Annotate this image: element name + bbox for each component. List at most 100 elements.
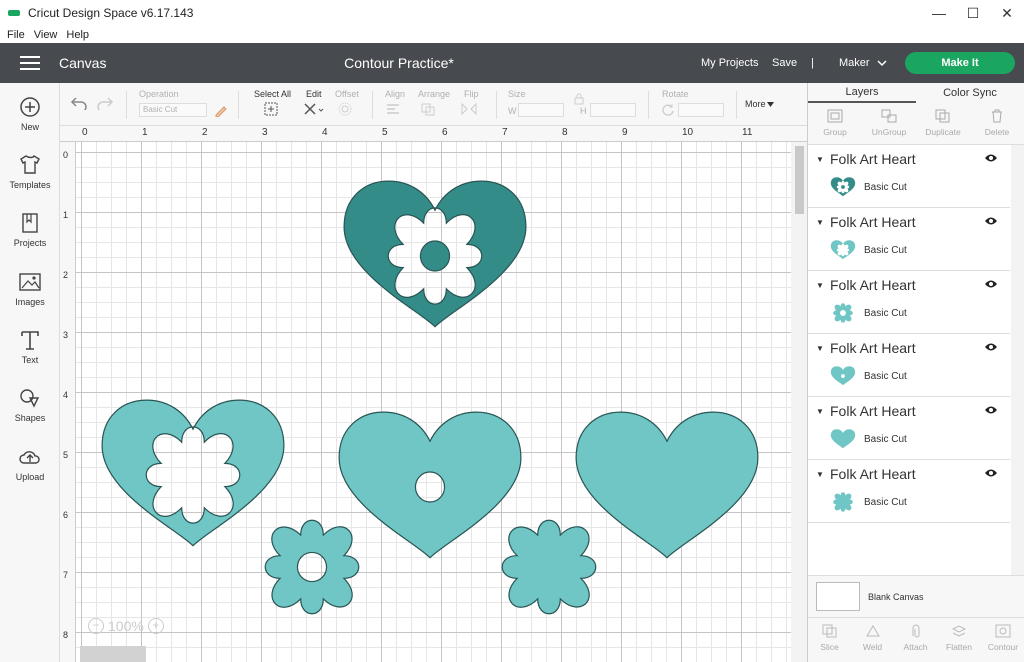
weld-button[interactable]: Weld — [851, 618, 894, 662]
expand-triangle-icon[interactable]: ▼ — [816, 218, 824, 227]
operation-select[interactable]: Basic Cut — [139, 103, 207, 117]
my-projects-link[interactable]: My Projects — [701, 57, 758, 69]
expand-triangle-icon[interactable]: ▼ — [816, 155, 824, 164]
zoom-in-button[interactable]: + — [147, 618, 164, 634]
layers-scrollbar[interactable] — [1011, 145, 1024, 575]
menu-bar: File View Help — [0, 26, 1024, 43]
separator — [648, 91, 649, 119]
scissors-icon[interactable] — [303, 102, 325, 116]
tab-color-sync[interactable]: Color Sync — [916, 83, 1024, 103]
ungroup-icon — [881, 109, 897, 123]
rotate-input[interactable] — [678, 103, 724, 117]
eye-icon[interactable] — [985, 216, 997, 226]
rotate-icon[interactable] — [661, 103, 675, 117]
contour-icon — [995, 624, 1011, 638]
machine-selector[interactable]: Maker — [839, 57, 870, 69]
layer-name: Folk Art Heart — [830, 466, 916, 482]
layers-panel: Layers Color Sync Group UnGroup Duplicat… — [807, 83, 1024, 662]
delete-button[interactable]: Delete — [970, 103, 1024, 144]
height-input[interactable] — [590, 103, 636, 117]
duplicate-button[interactable]: Duplicate — [916, 103, 970, 144]
title-bar: Cricut Design Space v6.17.143 — ☐ ✕ — [0, 0, 1024, 26]
eye-icon[interactable] — [985, 468, 997, 478]
redo-icon[interactable] — [96, 96, 114, 110]
duplicate-icon — [935, 109, 950, 123]
tool-shapes[interactable]: Shapes — [0, 380, 60, 430]
layer-operation: Basic Cut — [864, 371, 907, 382]
minimize-button[interactable]: — — [922, 0, 956, 26]
flip-label: Flip — [464, 89, 479, 99]
tool-templates[interactable]: Templates — [0, 147, 60, 197]
tool-images[interactable]: Images — [0, 264, 60, 314]
ungroup-button[interactable]: UnGroup — [862, 103, 916, 144]
size-label: Size — [508, 89, 526, 99]
vertical-scrollbar[interactable] — [791, 142, 807, 662]
chevron-down-icon[interactable] — [877, 60, 887, 67]
group-button[interactable]: Group — [808, 103, 862, 144]
blank-canvas-swatch[interactable] — [816, 582, 860, 611]
zoom-level: 100% — [108, 618, 144, 634]
expand-triangle-icon[interactable]: ▼ — [816, 344, 824, 353]
flatten-button[interactable]: Flatten — [937, 618, 981, 662]
scroll-thumb[interactable] — [795, 146, 804, 214]
tool-upload[interactable]: Upload — [0, 439, 60, 489]
lock-icon[interactable] — [574, 93, 584, 105]
offset-icon[interactable] — [338, 102, 352, 116]
expand-triangle-icon[interactable]: ▼ — [816, 470, 824, 479]
eye-icon[interactable] — [985, 405, 997, 415]
horizontal-scroll-thumb[interactable] — [80, 646, 146, 662]
align-icon[interactable] — [385, 102, 403, 116]
tool-new-label: New — [20, 122, 39, 132]
layer-item[interactable]: ▼ Folk Art Heart Basic Cut — [808, 460, 1010, 523]
menu-help[interactable]: Help — [66, 29, 89, 41]
layer-operation: Basic Cut — [864, 245, 907, 256]
zoom-out-button[interactable]: − — [88, 618, 104, 634]
separator — [126, 91, 127, 119]
tool-projects[interactable]: Projects — [0, 205, 60, 255]
tab-layers[interactable]: Layers — [808, 83, 916, 103]
expand-triangle-icon[interactable]: ▼ — [816, 407, 824, 416]
arrange-icon[interactable] — [420, 102, 438, 116]
folk-art-heart-solid[interactable] — [575, 411, 759, 559]
panel-tabs: Layers Color Sync — [808, 83, 1024, 103]
align-label: Align — [385, 89, 406, 99]
project-title[interactable]: Contour Practice* — [0, 55, 798, 71]
menu-view[interactable]: View — [34, 29, 58, 41]
layer-thumbnail — [833, 492, 853, 512]
folk-art-heart-dot[interactable] — [338, 411, 522, 559]
layer-item[interactable]: ▼ Folk Art Heart Basic Cut — [808, 145, 1010, 208]
folk-art-heart-dark[interactable] — [343, 180, 527, 328]
layer-item[interactable]: ▼ Folk Art Heart Basic Cut — [808, 271, 1010, 334]
layer-item[interactable]: ▼ Folk Art Heart Basic Cut — [808, 208, 1010, 271]
flip-icon[interactable] — [460, 102, 478, 116]
flower-with-hole[interactable] — [264, 519, 360, 615]
tool-new[interactable]: New — [0, 89, 60, 139]
make-it-button[interactable]: Make It — [905, 52, 1015, 74]
undo-icon[interactable] — [70, 96, 88, 110]
width-input[interactable] — [518, 103, 564, 117]
slice-button[interactable]: Slice — [808, 618, 851, 662]
pen-icon[interactable] — [214, 103, 228, 117]
attach-button[interactable]: Attach — [894, 618, 937, 662]
contour-button[interactable]: Contour — [981, 618, 1024, 662]
select-all-icon[interactable] — [264, 102, 278, 116]
tool-text[interactable]: Text — [0, 322, 60, 372]
menu-file[interactable]: File — [7, 29, 25, 41]
eye-icon[interactable] — [985, 279, 997, 289]
layer-item[interactable]: ▼ Folk Art Heart Basic Cut — [808, 334, 1010, 397]
eye-icon[interactable] — [985, 153, 997, 163]
attach-label: Attach — [903, 642, 928, 652]
expand-triangle-icon[interactable]: ▼ — [816, 281, 824, 290]
caret-down-icon[interactable] — [767, 102, 774, 107]
folk-art-heart-cutout[interactable] — [101, 399, 285, 547]
maximize-button[interactable]: ☐ — [956, 0, 990, 26]
layer-item[interactable]: ▼ Folk Art Heart Basic Cut — [808, 397, 1010, 460]
blank-canvas-row[interactable]: Blank Canvas — [808, 575, 1024, 617]
flower-solid[interactable] — [501, 519, 597, 615]
more-button[interactable]: More — [745, 99, 766, 109]
save-link[interactable]: Save — [772, 57, 797, 69]
header-divider: | — [811, 57, 814, 69]
eye-icon[interactable] — [985, 342, 997, 352]
design-canvas[interactable]: 0 1 2 3 4 5 6 7 8 9 10 11 0 1 2 3 4 5 6 … — [60, 126, 807, 662]
close-button[interactable]: ✕ — [990, 0, 1024, 26]
